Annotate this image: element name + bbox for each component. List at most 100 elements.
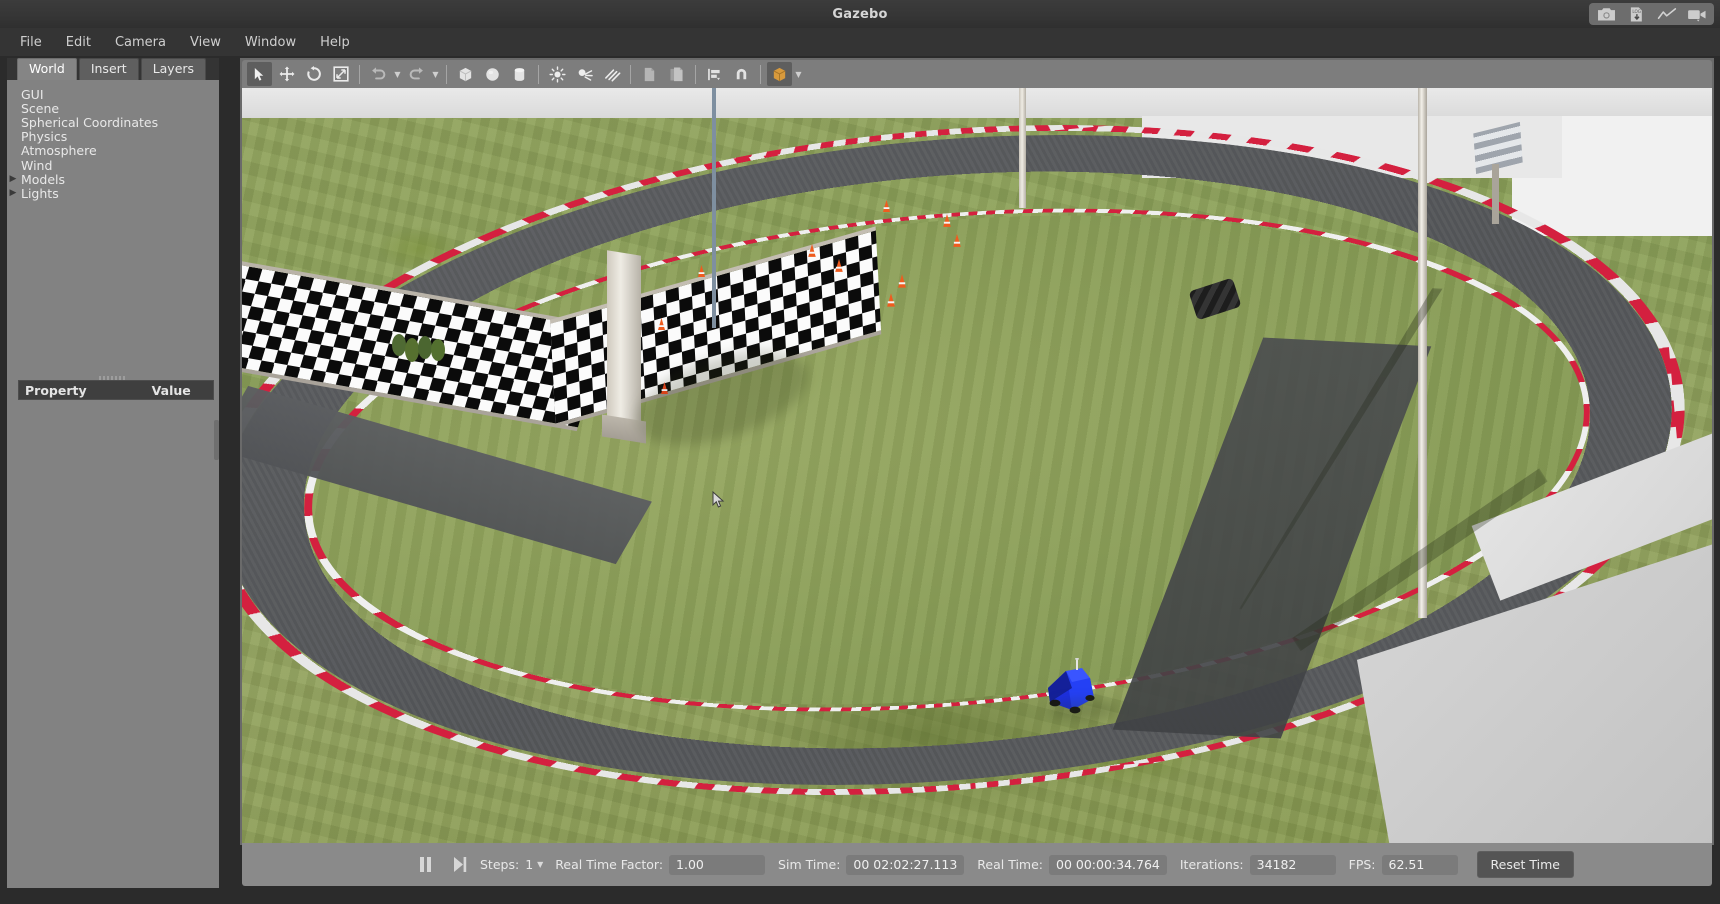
toolbar-separator [538, 64, 539, 84]
bush [418, 336, 432, 359]
spot-light-tool[interactable] [572, 62, 597, 86]
traffic-cone[interactable] [886, 293, 896, 312]
paste-tool[interactable] [664, 62, 689, 86]
redo-dropdown-caret[interactable]: ▼ [430, 62, 441, 86]
scene-toolbar: ▼ ▼ ▼ [242, 60, 1712, 88]
tree-item-label: GUI [21, 86, 44, 102]
screenshot-tool[interactable] [1593, 4, 1620, 24]
menu-camera[interactable]: Camera [103, 31, 178, 54]
concrete-pillar[interactable] [607, 250, 641, 436]
toolbar-separator [446, 64, 447, 84]
tree-item-label: Scene [21, 100, 60, 116]
menu-help[interactable]: Help [308, 31, 362, 54]
traffic-cone[interactable] [834, 258, 844, 277]
property-table-body [18, 400, 214, 880]
light-pole[interactable] [712, 88, 716, 328]
chevron-right-icon: ▶ [8, 146, 21, 156]
menu-window[interactable]: Window [233, 31, 308, 54]
log-record-tool[interactable]: LOG [1623, 4, 1650, 24]
scale-mode-tool[interactable] [328, 62, 353, 86]
insert-cylinder-tool[interactable] [507, 62, 532, 86]
traffic-cone[interactable] [807, 243, 817, 262]
redo-tool[interactable] [404, 62, 429, 86]
chevron-right-icon: ▶ [8, 103, 21, 113]
translate-mode-tool[interactable] [274, 62, 299, 86]
property-table-header: Property Value [18, 380, 214, 400]
tree-item-label: Wind [21, 157, 53, 173]
menu-bar: File Edit Camera View Window Help [0, 28, 1720, 56]
snap-tool[interactable] [729, 62, 754, 86]
column-header-value: Value [151, 382, 191, 398]
steps-label: Steps: [480, 857, 520, 872]
sim-time-label: Sim Time: [778, 857, 841, 872]
simulation-status-bar: Steps: 1 ▼ Real Time Factor: 1.00 Sim Ti… [242, 843, 1712, 886]
tab-insert[interactable]: Insert [78, 58, 139, 80]
traffic-cone[interactable] [882, 198, 891, 217]
flood-light-mast [1492, 164, 1499, 224]
fps-label: FPS: [1348, 857, 1376, 872]
scene-toolbar-right: LOG [1589, 3, 1714, 25]
world-tree: ▶ GUI ▶ Scene ▶ Spherical Coordinates ▶ … [7, 80, 219, 372]
video-record-tool[interactable] [1683, 4, 1710, 24]
reset-time-button[interactable]: Reset Time [1476, 851, 1574, 878]
traffic-cone[interactable] [660, 380, 669, 399]
real-time-factor-value: 1.00 [669, 854, 766, 875]
undo-dropdown-caret[interactable]: ▼ [392, 62, 403, 86]
tree-item-wind[interactable]: ▶ Wind [7, 157, 219, 173]
tree-item-physics[interactable]: ▶ Physics [7, 129, 219, 144]
chevron-right-icon[interactable]: ▶ [8, 174, 21, 184]
toolbar-separator [359, 64, 360, 84]
toolbar-separator [695, 64, 696, 84]
view-angle-dropdown-caret[interactable]: ▼ [793, 62, 804, 86]
traffic-cone[interactable] [952, 233, 962, 252]
mouse-cursor [712, 490, 725, 513]
menu-view[interactable]: View [178, 31, 233, 54]
steps-dropdown-caret[interactable]: ▼ [537, 860, 543, 869]
plot-tool[interactable] [1653, 4, 1680, 24]
step-forward-button[interactable] [446, 852, 472, 878]
tree-item-label: Atmosphere [21, 143, 97, 159]
pause-button[interactable] [412, 852, 438, 878]
align-tool[interactable] [702, 62, 727, 86]
sim-time-value: 00 02:02:27.113 [846, 854, 965, 875]
tree-item-gui[interactable]: ▶ GUI [7, 86, 219, 102]
bush [392, 334, 406, 356]
3d-viewport[interactable] [242, 88, 1712, 843]
tree-item-lights[interactable]: ▶ Lights [7, 186, 219, 201]
point-light-tool[interactable] [545, 62, 570, 86]
tree-item-label: Spherical Coordinates [21, 114, 159, 130]
light-pole[interactable] [1418, 88, 1427, 618]
menu-file[interactable]: File [8, 31, 54, 54]
toolbar-separator [630, 64, 631, 84]
left-panel: World Insert Layers ▶ GUI ▶ Scene ▶ Sphe… [7, 58, 219, 888]
copy-tool[interactable] [637, 62, 662, 86]
tab-world[interactable]: World [17, 58, 77, 80]
tree-item-scene[interactable]: ▶ Scene [7, 100, 219, 116]
menu-edit[interactable]: Edit [54, 31, 103, 54]
insert-box-tool[interactable] [453, 62, 478, 86]
traffic-cone[interactable] [697, 263, 706, 282]
chevron-right-icon: ▶ [8, 89, 21, 99]
tree-item-spherical-coordinates[interactable]: ▶ Spherical Coordinates [7, 114, 219, 130]
traffic-cone[interactable] [897, 274, 907, 293]
traffic-cone[interactable] [657, 316, 666, 335]
select-mode-tool[interactable] [247, 62, 272, 86]
steps-value[interactable]: 1 [525, 857, 533, 872]
tab-layers[interactable]: Layers [140, 58, 207, 80]
insert-sphere-tool[interactable] [480, 62, 505, 86]
iterations-value: 34182 [1249, 854, 1336, 875]
iterations-label: Iterations: [1179, 857, 1244, 872]
tree-item-atmosphere[interactable]: ▶ Atmosphere [7, 143, 219, 159]
tree-item-models[interactable]: ▶ Models [7, 172, 219, 187]
rotate-mode-tool[interactable] [301, 62, 326, 86]
undo-tool[interactable] [366, 62, 391, 86]
gazebo-scene [242, 88, 1712, 843]
panel-resize-handle[interactable] [214, 420, 219, 460]
view-angle-tool[interactable] [767, 62, 792, 86]
bush [431, 339, 445, 361]
traffic-cone[interactable] [942, 213, 952, 232]
chevron-right-icon[interactable]: ▶ [8, 188, 21, 198]
light-pole[interactable] [1019, 88, 1026, 208]
chevron-right-icon: ▶ [8, 117, 21, 127]
directional-light-tool[interactable] [599, 62, 624, 86]
